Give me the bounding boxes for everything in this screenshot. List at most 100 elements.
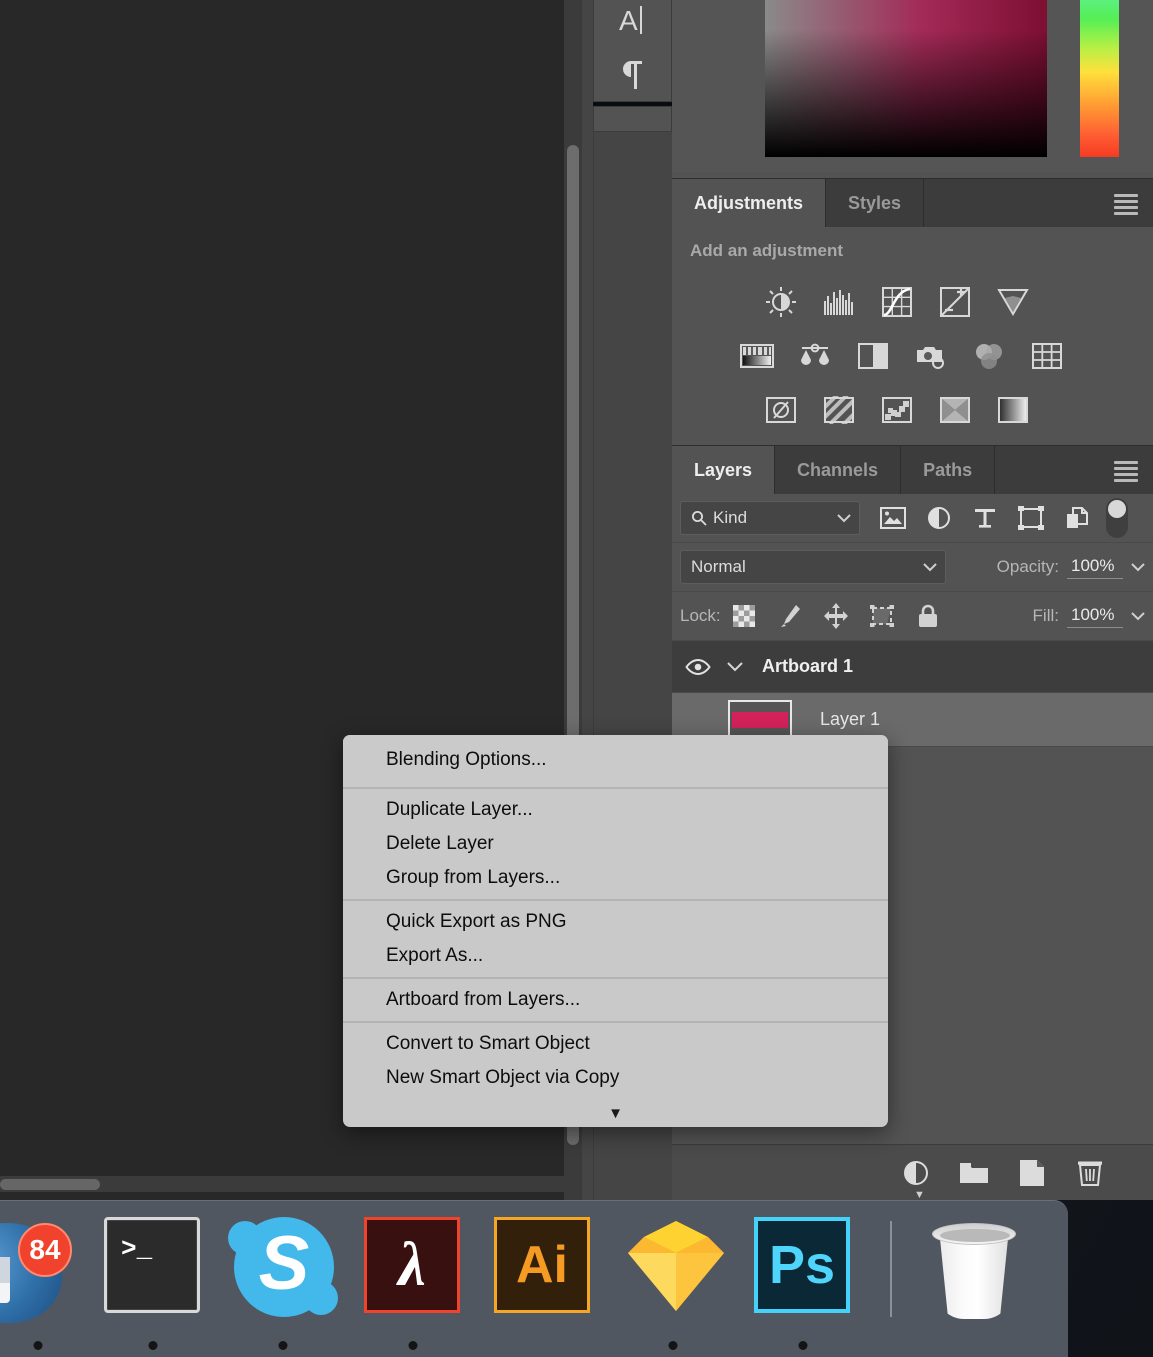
- menu-item-quick-export-as-png[interactable]: Quick Export as PNG: [343, 905, 888, 939]
- lock-image-pixels-icon[interactable]: [777, 603, 803, 629]
- menu-item-delete-layer[interactable]: Delete Layer: [343, 827, 888, 861]
- hue-saturation-icon[interactable]: [740, 340, 774, 372]
- running-indicator: [148, 1341, 158, 1350]
- trash-icon: [930, 1217, 1028, 1319]
- dock-item-acrobat[interactable]: λ: [348, 1201, 478, 1357]
- menu-item-group-from-layers[interactable]: Group from Layers...: [343, 861, 888, 895]
- black-white-icon[interactable]: [856, 340, 890, 372]
- eye-icon[interactable]: [684, 653, 712, 681]
- dock-item-thunderbird[interactable]: 84: [0, 1201, 88, 1357]
- layers-panel-footer: ▼: [672, 1144, 1153, 1201]
- adjustment-row-1: [672, 275, 1153, 329]
- filter-pixel-layers-icon[interactable]: [878, 503, 908, 533]
- tab-adjustments[interactable]: Adjustments: [672, 179, 827, 227]
- photo-filter-icon[interactable]: [914, 340, 948, 372]
- menu-item-blending-options[interactable]: Blending Options...: [343, 743, 888, 777]
- dock-item-photoshop[interactable]: Ps: [738, 1201, 868, 1357]
- lock-artboard-nesting-icon[interactable]: [869, 603, 895, 629]
- context-menu-group: Blending Options...: [343, 735, 888, 787]
- color-lookup-icon[interactable]: [1030, 340, 1064, 372]
- filter-adjustment-layers-icon[interactable]: [924, 503, 954, 533]
- layers-panel-menu-icon[interactable]: [1109, 459, 1143, 483]
- new-group-button[interactable]: [958, 1157, 990, 1189]
- hue-slider-strip[interactable]: [1080, 0, 1119, 157]
- menu-item-convert-to-smart-object[interactable]: Convert to Smart Object: [343, 1027, 888, 1061]
- running-indicator: [798, 1341, 808, 1350]
- tab-paths[interactable]: Paths: [901, 446, 996, 494]
- table-row[interactable]: Artboard 1: [672, 641, 1153, 693]
- filter-kind-value: Kind: [713, 508, 748, 527]
- lock-all-icon[interactable]: [915, 603, 941, 629]
- running-indicator: [33, 1341, 43, 1350]
- adjustments-tabbar: Adjustments Styles: [672, 178, 1153, 227]
- exposure-icon[interactable]: [938, 286, 972, 318]
- posterize-icon[interactable]: [822, 394, 856, 426]
- tab-channels[interactable]: Channels: [775, 446, 902, 494]
- fill-input[interactable]: 100%: [1067, 605, 1123, 628]
- filter-enable-toggle[interactable]: [1106, 498, 1128, 538]
- adjustment-row-2: [672, 329, 1153, 383]
- tab-layers[interactable]: Layers: [672, 446, 776, 494]
- levels-icon[interactable]: [822, 286, 856, 318]
- opacity-label: Opacity:: [996, 557, 1059, 576]
- invert-icon[interactable]: [764, 394, 798, 426]
- menu-scroll-down-indicator[interactable]: ▼: [343, 1099, 888, 1127]
- collapsed-panel-stub[interactable]: [593, 106, 672, 132]
- dock-item-sketch[interactable]: [608, 1201, 738, 1357]
- dock-item-skype[interactable]: S: [218, 1201, 348, 1357]
- canvas-horizontal-scrollbar-thumb[interactable]: [0, 1179, 100, 1190]
- blend-mode-select[interactable]: Normal: [680, 550, 946, 584]
- lock-position-icon[interactable]: [823, 603, 849, 629]
- running-indicator: [668, 1341, 678, 1350]
- dock-item-illustrator[interactable]: Ai: [478, 1201, 608, 1357]
- menu-item-duplicate-layer[interactable]: Duplicate Layer...: [343, 793, 888, 827]
- brightness-contrast-icon[interactable]: [764, 286, 798, 318]
- curves-icon[interactable]: [880, 286, 914, 318]
- search-icon: [691, 510, 707, 526]
- terminal-icon: >_: [104, 1217, 202, 1315]
- filter-kind-select[interactable]: Kind: [680, 501, 860, 535]
- running-indicator: [278, 1341, 288, 1350]
- tab-styles[interactable]: Styles: [826, 179, 925, 227]
- filter-shape-layers-icon[interactable]: [1016, 503, 1046, 533]
- color-balance-icon[interactable]: [798, 340, 832, 372]
- new-adjustment-layer-button[interactable]: ▼: [900, 1157, 932, 1201]
- illustrator-icon: Ai: [494, 1217, 592, 1315]
- adjustments-panel: Adjustments Styles Add an adjustment: [672, 178, 1153, 437]
- filter-smart-object-icon[interactable]: [1062, 503, 1092, 533]
- character-paragraph-rail: A: [593, 0, 672, 102]
- dock-items: 84 >_ S λ Ai Ps: [0, 1201, 1044, 1357]
- new-layer-button[interactable]: [1016, 1157, 1048, 1189]
- adjustments-panel-menu-icon[interactable]: [1109, 192, 1143, 216]
- selective-color-icon[interactable]: [938, 394, 972, 426]
- terminal-prompt-glyph: >_: [121, 1234, 153, 1264]
- color-picker-field[interactable]: [765, 0, 1047, 157]
- menu-item-new-smart-object-via-copy[interactable]: New Smart Object via Copy: [343, 1061, 888, 1095]
- lock-transparent-pixels-icon[interactable]: [731, 603, 757, 629]
- filter-type-layers-icon[interactable]: [970, 503, 1000, 533]
- layers-controls: Kind Normal Opacity: 100% Lock: Fill: 10…: [672, 494, 1153, 641]
- photoshop-screen: A Adjustments Styles Add an adjustment L…: [0, 0, 1153, 1357]
- character-panel-icon[interactable]: A: [613, 1, 653, 41]
- opacity-input[interactable]: 100%: [1067, 556, 1123, 579]
- gradient-map-icon[interactable]: [996, 394, 1030, 426]
- chevron-down-icon[interactable]: [1131, 562, 1145, 572]
- vibrance-icon[interactable]: [996, 286, 1030, 318]
- channel-mixer-icon[interactable]: [972, 340, 1006, 372]
- paragraph-panel-icon[interactable]: [613, 55, 653, 95]
- context-menu-group: Quick Export as PNG Export As...: [343, 901, 888, 977]
- thunderbird-icon: 84: [0, 1217, 88, 1323]
- chevron-down-icon[interactable]: [722, 661, 748, 672]
- context-menu-group: Duplicate Layer... Delete Layer Group fr…: [343, 789, 888, 899]
- macos-dock: 84 >_ S λ Ai Ps: [0, 1200, 1068, 1357]
- delete-layer-button[interactable]: [1074, 1157, 1106, 1189]
- menu-item-export-as[interactable]: Export As...: [343, 939, 888, 973]
- dock-item-trash[interactable]: [914, 1201, 1044, 1357]
- photoshop-glyph: Ps: [768, 1235, 836, 1295]
- chevron-down-icon[interactable]: [1131, 611, 1145, 621]
- menu-item-artboard-from-layers[interactable]: Artboard from Layers...: [343, 983, 888, 1017]
- threshold-icon[interactable]: [880, 394, 914, 426]
- dock-item-terminal[interactable]: >_: [88, 1201, 218, 1357]
- adjustments-body: Add an adjustment: [672, 227, 1153, 437]
- skype-glyph: S: [258, 1220, 310, 1306]
